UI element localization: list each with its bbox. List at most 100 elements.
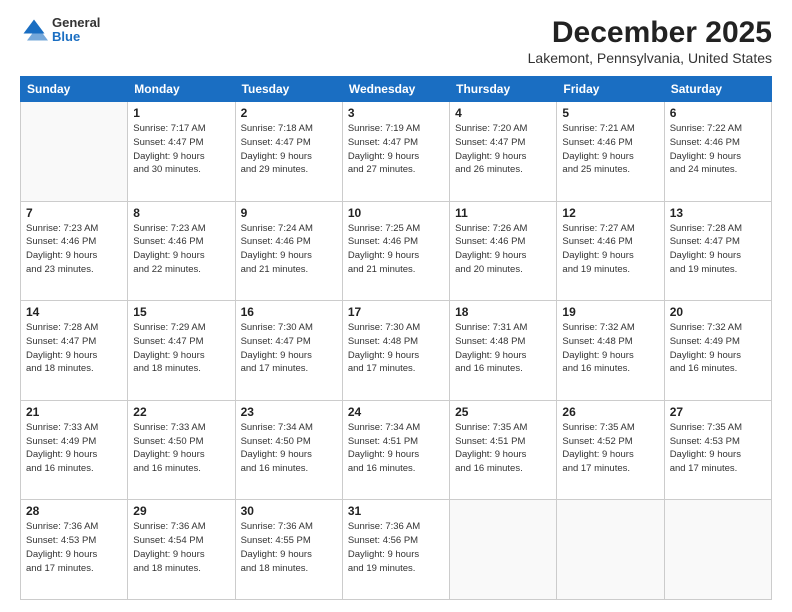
calendar-cell-w4-d3: 23 Sunrise: 7:34 AM Sunset: 4:50 PM Dayli…: [235, 400, 342, 500]
calendar-cell-w2-d5: 11 Sunrise: 7:26 AM Sunset: 4:46 PM Dayli…: [450, 201, 557, 301]
calendar-header-row: SundayMondayTuesdayWednesdayThursdayFrid…: [21, 77, 772, 102]
day-number: 20: [670, 305, 766, 319]
day-info: Sunrise: 7:21 AM Sunset: 4:46 PM Dayligh…: [562, 122, 658, 177]
day-number: 19: [562, 305, 658, 319]
day-number: 17: [348, 305, 444, 319]
week-row-5: 28 Sunrise: 7:36 AM Sunset: 4:53 PM Dayli…: [21, 500, 772, 600]
day-number: 5: [562, 106, 658, 120]
day-number: 31: [348, 504, 444, 518]
day-number: 16: [241, 305, 337, 319]
calendar-cell-w3-d7: 20Sunrise: 7:32 AM Sunset: 4:49 PM Dayli…: [664, 301, 771, 401]
calendar-cell-w2-d6: 12 Sunrise: 7:27 AM Sunset: 4:46 PM Dayli…: [557, 201, 664, 301]
day-info: Sunrise: 7:33 AM Sunset: 4:49 PM Dayligh…: [26, 421, 122, 476]
calendar-cell-w1-d4: 3 Sunrise: 7:19 AM Sunset: 4:47 PM Daylig…: [342, 102, 449, 202]
subtitle: Lakemont, Pennsylvania, United States: [528, 50, 772, 66]
day-info: Sunrise: 7:35 AM Sunset: 4:53 PM Dayligh…: [670, 421, 766, 476]
day-info: Sunrise: 7:36 AM Sunset: 4:53 PM Dayligh…: [26, 520, 122, 575]
logo-general-text: General: [52, 16, 100, 30]
calendar-cell-w5-d7: [664, 500, 771, 600]
calendar-cell-w3-d6: 19 Sunrise: 7:32 AM Sunset: 4:48 PM Dayli…: [557, 301, 664, 401]
logo-text: General Blue: [52, 16, 100, 45]
week-row-3: 14Sunrise: 7:28 AM Sunset: 4:47 PM Dayli…: [21, 301, 772, 401]
day-number: 6: [670, 106, 766, 120]
day-info: Sunrise: 7:35 AM Sunset: 4:51 PM Dayligh…: [455, 421, 551, 476]
day-number: 4: [455, 106, 551, 120]
header-monday: Monday: [128, 77, 235, 102]
calendar-cell-w5-d5: [450, 500, 557, 600]
day-info: Sunrise: 7:33 AM Sunset: 4:50 PM Dayligh…: [133, 421, 229, 476]
calendar-cell-w5-d4: 31Sunrise: 7:36 AM Sunset: 4:56 PM Dayli…: [342, 500, 449, 600]
calendar-cell-w4-d1: 21 Sunrise: 7:33 AM Sunset: 4:49 PM Dayli…: [21, 400, 128, 500]
calendar-cell-w1-d6: 5 Sunrise: 7:21 AM Sunset: 4:46 PM Daylig…: [557, 102, 664, 202]
day-info: Sunrise: 7:23 AM Sunset: 4:46 PM Dayligh…: [133, 222, 229, 277]
day-number: 10: [348, 206, 444, 220]
day-info: Sunrise: 7:36 AM Sunset: 4:55 PM Dayligh…: [241, 520, 337, 575]
calendar-cell-w5-d6: [557, 500, 664, 600]
day-number: 23: [241, 405, 337, 419]
day-number: 18: [455, 305, 551, 319]
day-number: 8: [133, 206, 229, 220]
day-info: Sunrise: 7:28 AM Sunset: 4:47 PM Dayligh…: [670, 222, 766, 277]
calendar-cell-w2-d1: 7 Sunrise: 7:23 AM Sunset: 4:46 PM Daylig…: [21, 201, 128, 301]
calendar-cell-w2-d7: 13 Sunrise: 7:28 AM Sunset: 4:47 PM Dayli…: [664, 201, 771, 301]
day-info: Sunrise: 7:30 AM Sunset: 4:48 PM Dayligh…: [348, 321, 444, 376]
title-block: December 2025 Lakemont, Pennsylvania, Un…: [528, 16, 772, 66]
logo-blue-text: Blue: [52, 30, 100, 44]
day-number: 7: [26, 206, 122, 220]
week-row-2: 7 Sunrise: 7:23 AM Sunset: 4:46 PM Daylig…: [21, 201, 772, 301]
day-info: Sunrise: 7:26 AM Sunset: 4:46 PM Dayligh…: [455, 222, 551, 277]
day-number: 27: [670, 405, 766, 419]
day-number: 13: [670, 206, 766, 220]
day-number: 3: [348, 106, 444, 120]
header-friday: Friday: [557, 77, 664, 102]
logo: General Blue: [20, 16, 100, 45]
header-saturday: Saturday: [664, 77, 771, 102]
day-info: Sunrise: 7:31 AM Sunset: 4:48 PM Dayligh…: [455, 321, 551, 376]
header: General Blue December 2025 Lakemont, Pen…: [20, 16, 772, 66]
calendar-cell-w4-d5: 25 Sunrise: 7:35 AM Sunset: 4:51 PM Dayli…: [450, 400, 557, 500]
logo-icon: [20, 16, 48, 44]
day-info: Sunrise: 7:27 AM Sunset: 4:46 PM Dayligh…: [562, 222, 658, 277]
week-row-1: 1 Sunrise: 7:17 AM Sunset: 4:47 PM Daylig…: [21, 102, 772, 202]
day-info: Sunrise: 7:34 AM Sunset: 4:50 PM Dayligh…: [241, 421, 337, 476]
day-number: 26: [562, 405, 658, 419]
day-info: Sunrise: 7:28 AM Sunset: 4:47 PM Dayligh…: [26, 321, 122, 376]
day-number: 15: [133, 305, 229, 319]
calendar-cell-w4-d4: 24 Sunrise: 7:34 AM Sunset: 4:51 PM Dayli…: [342, 400, 449, 500]
calendar-cell-w5-d2: 29Sunrise: 7:36 AM Sunset: 4:54 PM Dayli…: [128, 500, 235, 600]
calendar-cell-w4-d6: 26 Sunrise: 7:35 AM Sunset: 4:52 PM Dayli…: [557, 400, 664, 500]
day-info: Sunrise: 7:17 AM Sunset: 4:47 PM Dayligh…: [133, 122, 229, 177]
calendar-cell-w1-d3: 2Sunrise: 7:18 AM Sunset: 4:47 PM Daylig…: [235, 102, 342, 202]
calendar-cell-w3-d2: 15Sunrise: 7:29 AM Sunset: 4:47 PM Dayli…: [128, 301, 235, 401]
header-thursday: Thursday: [450, 77, 557, 102]
day-info: Sunrise: 7:34 AM Sunset: 4:51 PM Dayligh…: [348, 421, 444, 476]
day-number: 1: [133, 106, 229, 120]
calendar-cell-w4-d2: 22 Sunrise: 7:33 AM Sunset: 4:50 PM Dayli…: [128, 400, 235, 500]
day-number: 11: [455, 206, 551, 220]
day-info: Sunrise: 7:23 AM Sunset: 4:46 PM Dayligh…: [26, 222, 122, 277]
day-number: 12: [562, 206, 658, 220]
calendar-cell-w3-d4: 17 Sunrise: 7:30 AM Sunset: 4:48 PM Dayli…: [342, 301, 449, 401]
day-info: Sunrise: 7:35 AM Sunset: 4:52 PM Dayligh…: [562, 421, 658, 476]
day-number: 28: [26, 504, 122, 518]
calendar-cell-w2-d2: 8 Sunrise: 7:23 AM Sunset: 4:46 PM Daylig…: [128, 201, 235, 301]
day-number: 9: [241, 206, 337, 220]
day-number: 24: [348, 405, 444, 419]
day-number: 25: [455, 405, 551, 419]
day-info: Sunrise: 7:24 AM Sunset: 4:46 PM Dayligh…: [241, 222, 337, 277]
day-info: Sunrise: 7:25 AM Sunset: 4:46 PM Dayligh…: [348, 222, 444, 277]
calendar-cell-w1-d5: 4Sunrise: 7:20 AM Sunset: 4:47 PM Daylig…: [450, 102, 557, 202]
calendar-cell-w3-d3: 16 Sunrise: 7:30 AM Sunset: 4:47 PM Dayli…: [235, 301, 342, 401]
calendar-cell-w1-d1: [21, 102, 128, 202]
calendar-cell-w3-d1: 14Sunrise: 7:28 AM Sunset: 4:47 PM Dayli…: [21, 301, 128, 401]
day-number: 22: [133, 405, 229, 419]
week-row-4: 21 Sunrise: 7:33 AM Sunset: 4:49 PM Dayli…: [21, 400, 772, 500]
day-info: Sunrise: 7:19 AM Sunset: 4:47 PM Dayligh…: [348, 122, 444, 177]
day-number: 21: [26, 405, 122, 419]
day-info: Sunrise: 7:22 AM Sunset: 4:46 PM Dayligh…: [670, 122, 766, 177]
day-info: Sunrise: 7:32 AM Sunset: 4:48 PM Dayligh…: [562, 321, 658, 376]
calendar-cell-w3-d5: 18 Sunrise: 7:31 AM Sunset: 4:48 PM Dayli…: [450, 301, 557, 401]
calendar-cell-w1-d2: 1 Sunrise: 7:17 AM Sunset: 4:47 PM Daylig…: [128, 102, 235, 202]
day-info: Sunrise: 7:30 AM Sunset: 4:47 PM Dayligh…: [241, 321, 337, 376]
day-number: 29: [133, 504, 229, 518]
